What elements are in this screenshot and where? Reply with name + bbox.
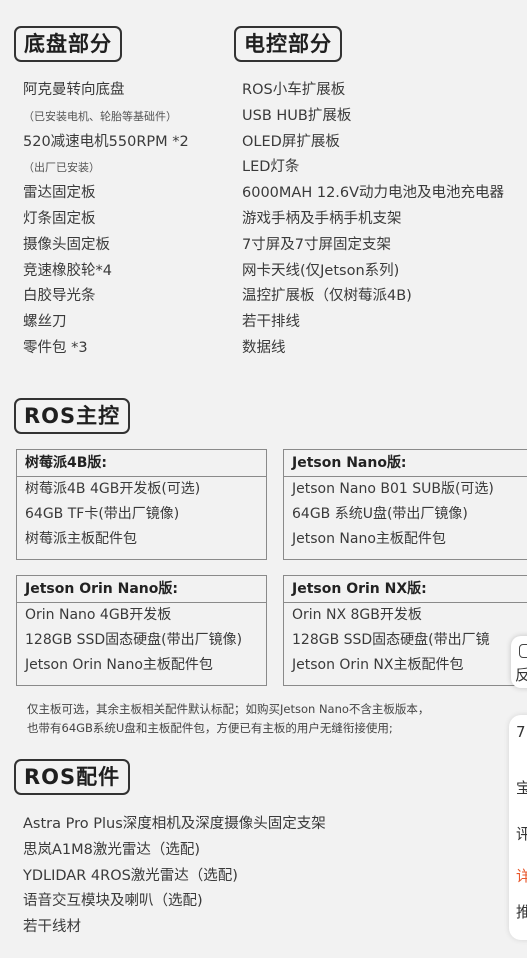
box-item: Jetson Orin NX主板配件包	[292, 657, 464, 673]
electric-item: 7寸屏及7寸屏固定支架	[242, 236, 391, 253]
chassis-item: 螺丝刀	[23, 314, 67, 331]
note-line: 仅主板可选，其余主板相关配件默认标配；如购买Jetson Nano不含主板版本，	[27, 702, 430, 716]
accessory-item: 若干线材	[23, 919, 81, 936]
side-nav-item[interactable]: 宝	[516, 777, 527, 798]
electric-item: ROS小车扩展板	[242, 82, 346, 98]
box-item: 128GB SSD固态硬盘(带出厂镜	[292, 632, 490, 648]
box-item: 树莓派主板配件包	[25, 531, 137, 547]
electric-item: 游戏手柄及手柄手机支架	[242, 210, 402, 227]
chassis-item: 雷达固定板	[23, 185, 96, 202]
electric-item: 网卡天线(仅Jetson系列)	[242, 262, 400, 279]
box-item: 128GB SSD固态硬盘(带出厂镜像)	[25, 632, 243, 648]
jetson-orin-nano-box: Jetson Orin Nano版: Orin Nano 4GB开发板 128G…	[16, 575, 267, 686]
ros-main-section-title: ROS主控	[14, 398, 131, 434]
feedback-label: 反	[515, 666, 527, 684]
side-nav-item[interactable]: 推	[516, 901, 527, 922]
box-header: Jetson Orin NX版:	[284, 576, 527, 603]
chassis-item: 摄像头固定板	[23, 236, 110, 253]
chassis-item: 竞速橡胶轮*4	[23, 262, 112, 279]
box-header: Jetson Orin Nano版:	[17, 576, 266, 603]
box-item: Orin Nano 4GB开发板	[25, 607, 172, 623]
chassis-item: 零件包 *3	[23, 339, 88, 356]
chassis-item: 520减速电机550RPM *2	[23, 133, 189, 150]
chassis-item-note: （出厂已安装）	[23, 161, 100, 175]
electric-item: 温控扩展板（仅树莓派4B)	[242, 288, 412, 305]
feedback-button[interactable]: 反	[511, 636, 527, 688]
side-nav-item[interactable]: 详	[516, 865, 527, 886]
box-header: Jetson Nano版:	[284, 450, 527, 477]
electric-item: LED灯条	[242, 159, 300, 176]
note-line: 也带有64GB系统U盘和主板配件包，方便已有主板的用户无缝衔接使用;	[27, 721, 393, 735]
chat-bubble-icon	[519, 644, 527, 658]
chassis-list: 阿克曼转向底盘 （已安装电机、轮胎等基础件） 520减速电机550RPM *2 （出厂…	[23, 78, 189, 362]
chassis-item: 阿克曼转向底盘	[23, 82, 125, 98]
ros-main-note: 仅主板可选，其余主板相关配件默认标配；如购买Jetson Nano不含主板版本，…	[27, 700, 522, 738]
accessory-item: 语音交互模块及喇叭（选配)	[23, 893, 203, 910]
electric-item: 6000MAH 12.6V动力电池及电池充电器	[242, 185, 505, 202]
electric-item: USB HUB扩展板	[242, 107, 352, 124]
electric-item: 若干排线	[242, 314, 300, 331]
side-navigation-panel: 7 宝评详推	[509, 715, 527, 940]
accessory-item: YDLIDAR 4ROS激光雷达（选配)	[23, 867, 238, 884]
chassis-item-note: （已安装电机、轮胎等基础件）	[23, 109, 177, 123]
chassis-item: 白胶导光条	[23, 288, 96, 305]
box-item: Jetson Orin Nano主板配件包	[25, 657, 213, 673]
accessories-list: Astra Pro Plus深度相机及深度摄像头固定支架 思岚A1M8激光雷达（选…	[23, 812, 326, 941]
box-item: 树莓派4B 4GB开发板(可选)	[25, 481, 201, 497]
jetson-orin-nx-box: Jetson Orin NX版: Orin NX 8GB开发板 128GB SS…	[283, 575, 527, 686]
ros-accessories-section-title: ROS配件	[14, 759, 131, 795]
side-nav-item[interactable]: 评	[516, 823, 527, 844]
box-header: 树莓派4B版:	[17, 450, 266, 477]
electric-item: 数据线	[242, 339, 286, 356]
box-item: 64GB 系统U盘(带出厂镜像)	[292, 506, 468, 522]
jetson-nano-box: Jetson Nano版: Jetson Nano B01 SUB版(可选) 6…	[283, 449, 527, 560]
box-item: Jetson Nano B01 SUB版(可选)	[292, 481, 494, 497]
electric-item: OLED屏扩展板	[242, 133, 340, 150]
box-item: 64GB TF卡(带出厂镜像)	[25, 506, 180, 522]
accessory-item: 思岚A1M8激光雷达（选配)	[23, 841, 201, 858]
side-nav-item[interactable]: 7	[516, 723, 526, 741]
raspberry-pi-box: 树莓派4B版: 树莓派4B 4GB开发板(可选) 64GB TF卡(带出厂镜像)…	[16, 449, 267, 560]
chassis-item: 灯条固定板	[23, 210, 96, 227]
electric-section-title: 电控部分	[234, 26, 342, 62]
accessory-item: Astra Pro Plus深度相机及深度摄像头固定支架	[23, 816, 326, 832]
box-item: Orin NX 8GB开发板	[292, 607, 422, 623]
box-item: Jetson Nano主板配件包	[292, 531, 446, 547]
chassis-section-title: 底盘部分	[14, 26, 122, 62]
electric-list: ROS小车扩展板 USB HUB扩展板 OLED屏扩展板 LED灯条 6000MAH 1…	[242, 78, 504, 362]
